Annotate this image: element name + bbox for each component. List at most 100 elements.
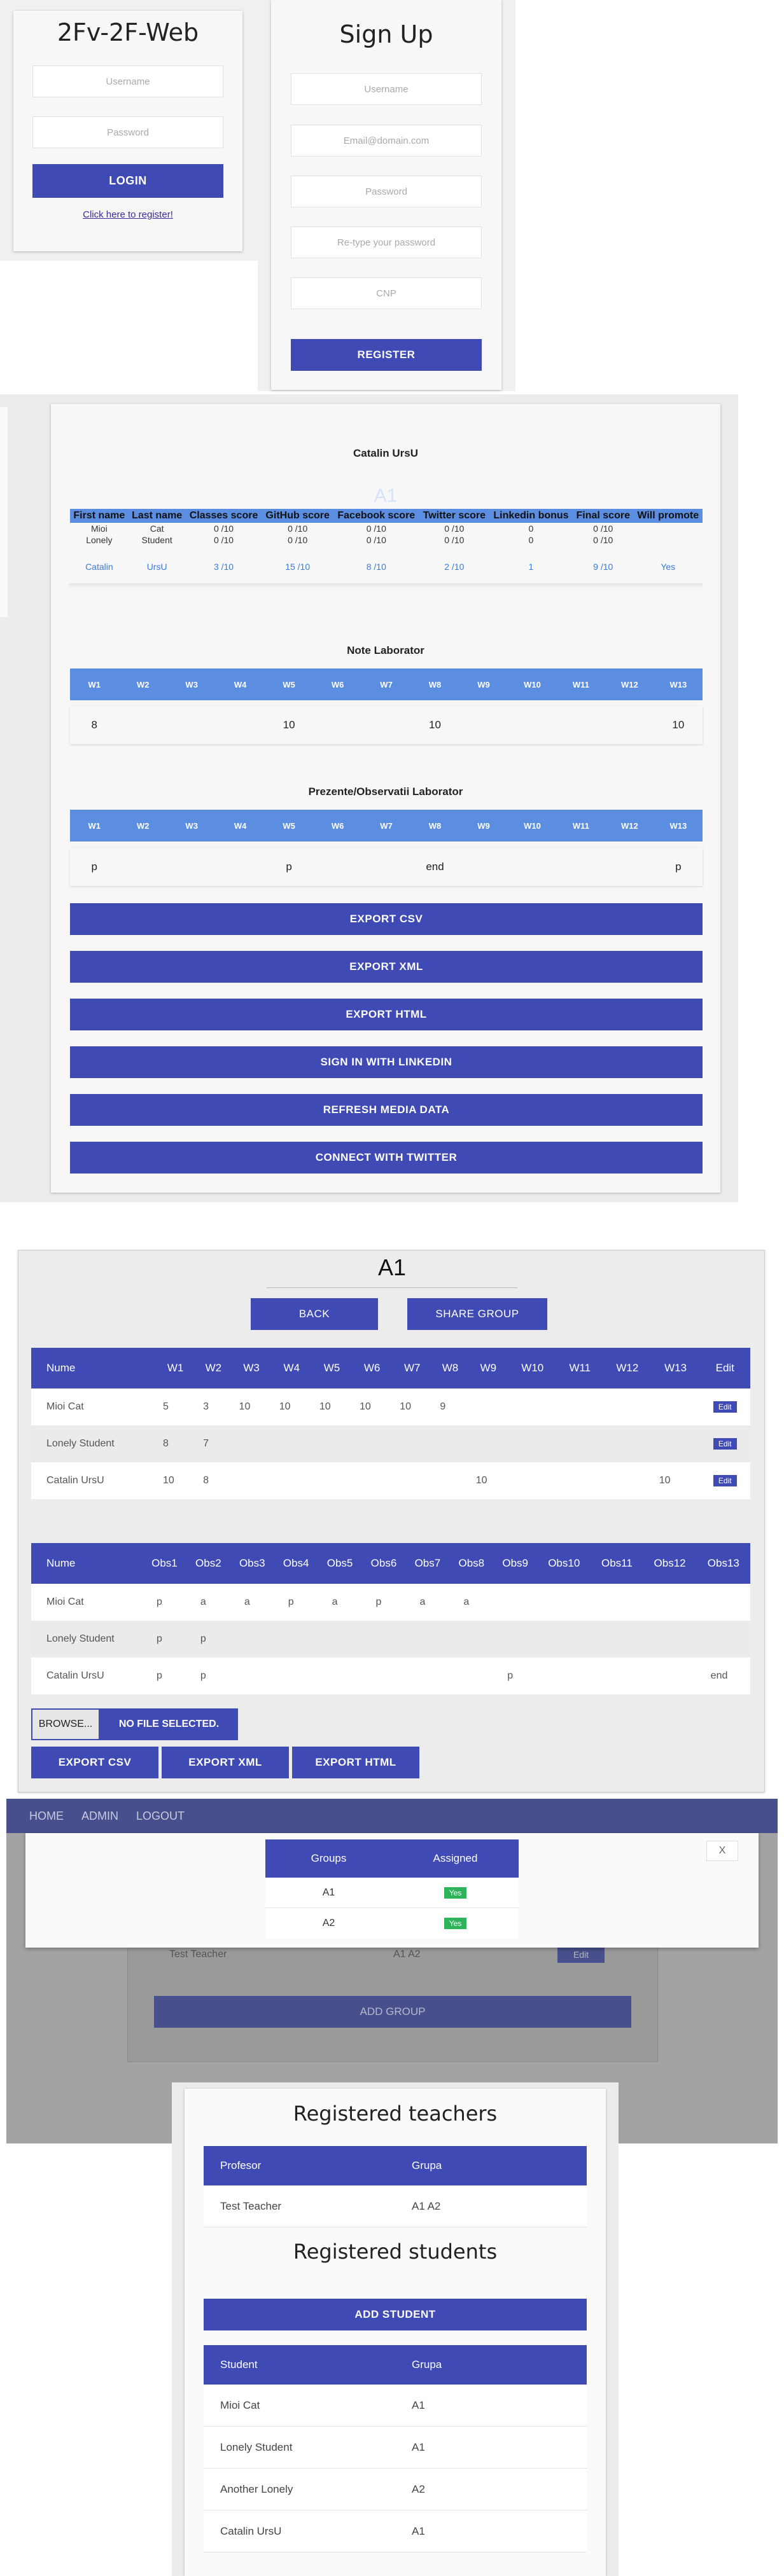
scores-cell: [633, 523, 703, 534]
nav-home[interactable]: HOME: [29, 1810, 64, 1823]
export-csv-button[interactable]: EXPORT CSV: [70, 903, 703, 935]
export-xml-button[interactable]: EXPORT XML: [70, 951, 703, 983]
grades-cell: 10: [468, 1462, 508, 1499]
modal-assigned-cell: Yes: [392, 1908, 519, 1939]
side-strip: [0, 407, 8, 617]
week-header: W8: [428, 679, 442, 689]
linkedin-signin-button[interactable]: SIGN IN WITH LINKEDIN: [70, 1046, 703, 1078]
yes-badge[interactable]: Yes: [444, 1887, 467, 1899]
obs-cell: [274, 1621, 318, 1658]
grades-header-cell: W7: [392, 1348, 433, 1388]
group-export-html-button[interactable]: EXPORT HTML: [292, 1747, 419, 1778]
signup-cnp-input[interactable]: CNP: [291, 277, 482, 309]
signup-password-input[interactable]: Password: [291, 176, 482, 207]
obs-row: Mioi Cat p a a p a p a a: [31, 1584, 750, 1621]
scores-cell: 0 /10: [444, 535, 465, 545]
week-header: W2: [136, 679, 150, 689]
group-title: A1: [377, 1254, 407, 1280]
grades-row: Catalin UrsU 10 8 10 10 Edit: [31, 1462, 750, 1499]
bg-edit-button[interactable]: Edit: [557, 1946, 605, 1963]
grades-cell: [311, 1462, 353, 1499]
login-button[interactable]: LOGIN: [32, 164, 223, 198]
nav-logout[interactable]: LOGOUT: [136, 1810, 185, 1823]
teacher-cell: Test Teacher: [204, 2185, 395, 2227]
signup-title: Sign Up: [339, 20, 433, 48]
group-export-csv-button[interactable]: EXPORT CSV: [31, 1747, 158, 1778]
week-header: W13: [669, 821, 687, 831]
scores-cell: 0 /10: [288, 535, 308, 545]
edit-button[interactable]: Edit: [713, 1401, 737, 1413]
login-username-input[interactable]: Username: [32, 66, 223, 97]
student-cell: A1: [395, 2385, 587, 2427]
grades-cell: 10: [271, 1388, 312, 1425]
teacher-cell: A1 A2: [395, 2185, 587, 2227]
student-cell: Mioi Cat: [204, 2385, 395, 2427]
scores-header-cell: Will promote: [633, 509, 703, 523]
bg-teacher-groups: A1 A2: [393, 1949, 421, 1960]
grades-header-cell: Nume: [31, 1348, 155, 1388]
grades-cell: [231, 1425, 272, 1462]
student-row: Another Lonely A2: [204, 2468, 587, 2510]
grades-header-cell: W1: [155, 1348, 196, 1388]
presence-value: p: [91, 861, 97, 873]
obs-row: Lonely Student p p: [31, 1621, 750, 1658]
signup-email-input[interactable]: Email@domain.com: [291, 125, 482, 156]
add-group-button[interactable]: ADD GROUP: [154, 1996, 631, 2028]
edit-button[interactable]: Edit: [713, 1438, 737, 1450]
export-html-button[interactable]: EXPORT HTML: [70, 999, 703, 1030]
yes-badge[interactable]: Yes: [444, 1918, 467, 1929]
teachers-table: Profesor Grupa Test Teacher A1 A2: [204, 2146, 587, 2227]
obs-cell: Mioi Cat: [31, 1584, 143, 1621]
group-export-xml-button[interactable]: EXPORT XML: [162, 1747, 289, 1778]
login-title: 2Fv-2F-Web: [57, 18, 199, 46]
obs-cell: [591, 1584, 643, 1621]
note-value: 10: [429, 719, 441, 731]
obs-row: Catalin UrsU p p p end: [31, 1658, 750, 1694]
grades-cell: 3: [195, 1388, 232, 1425]
week-header: W8: [428, 821, 442, 831]
register-link[interactable]: Click here to register!: [13, 209, 242, 220]
refresh-media-button[interactable]: REFRESH MEDIA DATA: [70, 1094, 703, 1126]
obs-header-cell: Obs1: [143, 1543, 186, 1584]
grades-cell: [556, 1388, 603, 1425]
student-card: Catalin UrsU A1 First name Last name Class…: [51, 404, 720, 1193]
share-group-button[interactable]: SHARE GROUP: [407, 1298, 547, 1330]
obs-header-cell: Obs6: [361, 1543, 406, 1584]
signup-retype-input[interactable]: Re-type your password: [291, 226, 482, 258]
obs-cell: p: [143, 1621, 186, 1658]
obs-cell: [318, 1621, 362, 1658]
student-name: Catalin UrsU: [353, 447, 419, 459]
login-password-input[interactable]: Password: [32, 116, 223, 148]
grades-cell: 9: [432, 1388, 468, 1425]
grades-cell: 8: [155, 1425, 196, 1462]
week-header: W7: [380, 821, 393, 831]
week-header: W11: [572, 821, 589, 831]
file-picker[interactable]: BROWSE... NO FILE SELECTED.: [31, 1708, 238, 1740]
edit-button[interactable]: Edit: [713, 1475, 737, 1486]
presence-values-row: p p end p: [70, 848, 703, 886]
scores-header-cell: Facebook score: [333, 509, 419, 523]
modal-close-button[interactable]: X: [706, 1841, 738, 1861]
week-header: W12: [621, 821, 638, 831]
signup-username-input[interactable]: Username: [291, 73, 482, 105]
registry-card: Registered teachers Profesor Grupa Test …: [185, 2089, 606, 2576]
register-button[interactable]: REGISTER: [291, 339, 482, 371]
connect-twitter-button[interactable]: CONNECT WITH TWITTER: [70, 1142, 703, 1174]
obs-cell: p: [186, 1621, 230, 1658]
col-grupa: Grupa: [395, 2146, 587, 2185]
obs-cell: a: [186, 1584, 230, 1621]
grades-cell: [603, 1462, 652, 1499]
nav-admin[interactable]: ADMIN: [81, 1810, 118, 1823]
signup-card: Sign Up Username Email@domain.com Passwo…: [271, 0, 501, 390]
obs-cell: [591, 1658, 643, 1694]
week-header: W4: [234, 679, 247, 689]
browse-button[interactable]: BROWSE...: [31, 1708, 100, 1740]
students-title: Registered students: [293, 2240, 498, 2264]
assign-modal: X Groups Assigned A1 Yes A2 Yes: [25, 1833, 759, 1948]
scores-cell: 8 /10: [366, 562, 386, 572]
grades-header-cell: W5: [311, 1348, 353, 1388]
grades-header-cell: Edit: [699, 1348, 750, 1388]
obs-header-cell: Obs12: [643, 1543, 697, 1584]
add-student-button[interactable]: ADD STUDENT: [204, 2299, 587, 2330]
back-button[interactable]: BACK: [251, 1298, 378, 1330]
